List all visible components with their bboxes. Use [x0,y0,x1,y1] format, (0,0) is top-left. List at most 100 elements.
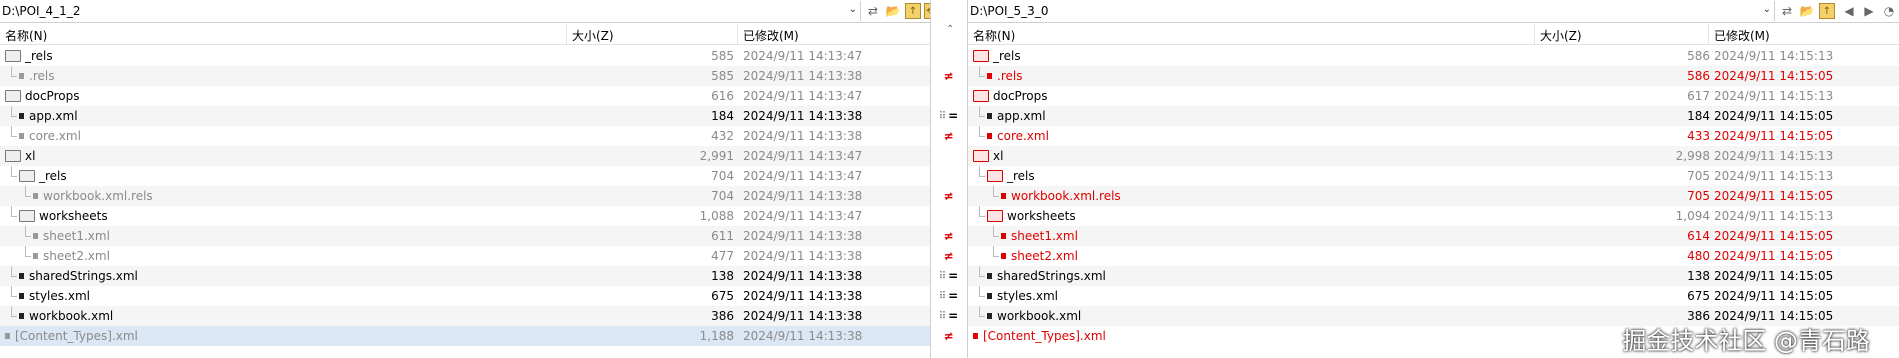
table-row[interactable]: app.xml 184 2024/9/11 14:13:38 [0,106,930,126]
file-name: _rels [993,49,1021,63]
table-row[interactable]: _rels 585 2024/9/11 14:13:47 [0,46,930,66]
folder-open-icon[interactable]: 📂 [1798,3,1816,19]
back-icon[interactable]: ◀ [1840,3,1858,19]
up-folder-icon[interactable]: ↑ [905,3,921,19]
tree-line [993,196,999,197]
table-row[interactable]: _rels 586 2024/9/11 14:15:13 [968,46,1899,66]
table-row[interactable]: core.xml 433 2024/9/11 14:15:05 [968,126,1899,146]
scroll-up-arrow-icon[interactable]: ⌃ [946,24,954,35]
not-equal-marker[interactable]: ≠ [931,246,966,266]
table-row[interactable]: docProps 616 2024/9/11 14:13:47 [0,86,930,106]
file-icon [33,253,38,259]
table-row[interactable]: .rels 586 2024/9/11 14:15:05 [968,66,1899,86]
left-path-combobox[interactable]: D:\POI_4_1_2 ⌄ [0,1,861,21]
file-name: xl [993,149,1004,163]
table-row[interactable]: docProps 617 2024/9/11 14:15:13 [968,86,1899,106]
table-row[interactable]: [Content_Types].xml 1,188 2024/9/11 14:13:… [0,326,930,346]
column-separator[interactable] [1534,24,1535,44]
not-equal-marker[interactable]: ≠ [931,326,966,346]
sync-icon[interactable]: ⟲ [924,3,930,19]
chevron-down-icon[interactable]: ⌄ [1763,4,1771,15]
file-name: styles.xml [997,289,1058,303]
table-row[interactable]: xl 2,991 2024/9/11 14:13:47 [0,146,930,166]
empty-marker[interactable] [931,166,966,186]
table-row[interactable]: sharedStrings.xml 138 2024/9/11 14:15:05 [968,266,1899,286]
forward-icon[interactable]: ▶ [1860,3,1878,19]
table-row[interactable]: sharedStrings.xml 138 2024/9/11 14:13:38 [0,266,930,286]
tree-line [11,206,12,216]
file-name: _rels [25,49,53,63]
table-row[interactable]: xl 2,998 2024/9/11 14:15:13 [968,146,1899,166]
empty-marker[interactable] [931,86,966,106]
file-name: sheet2.xml [1011,249,1078,263]
column-separator[interactable] [737,24,738,44]
tree-line [979,216,985,217]
table-row[interactable]: sheet2.xml 480 2024/9/11 14:15:05 [968,246,1899,266]
table-row[interactable]: workbook.xml.rels 704 2024/9/11 14:13:38 [0,186,930,206]
file-size: 614 [1687,229,1710,243]
column-size-header[interactable]: 大小(Z) [1540,27,1582,44]
right-path-text: D:\POI_5_3_0 [970,4,1049,18]
compare-result: = [948,289,959,303]
table-row[interactable]: sheet1.xml 611 2024/9/11 14:13:38 [0,226,930,246]
file-size: 704 [711,189,734,203]
right-path-combobox[interactable]: D:\POI_5_3_0 ⌄ [968,1,1775,21]
table-row[interactable]: sheet1.xml 614 2024/9/11 14:15:05 [968,226,1899,246]
tree-line [993,256,999,257]
table-row[interactable]: .rels 585 2024/9/11 14:13:38 [0,66,930,86]
folder-icon [5,90,21,102]
table-row[interactable]: styles.xml 675 2024/9/11 14:15:05 [968,286,1899,306]
file-size: 705 [1687,189,1710,203]
file-size: 704 [711,169,734,183]
file-name: workbook.xml.rels [43,189,153,203]
tree-line [979,306,980,316]
file-size: 2,998 [1675,149,1710,163]
column-separator[interactable] [566,24,567,44]
file-name: workbook.xml [29,309,114,323]
column-modified-header[interactable]: 已修改(M) [1714,27,1770,44]
history-icon[interactable]: ◔ [1880,3,1898,19]
swap-icon[interactable]: ⇄ [864,3,882,19]
empty-marker[interactable] [931,206,966,226]
tree-line [979,276,985,277]
folder-open-icon[interactable]: 📂 [884,3,902,19]
file-icon [987,313,992,319]
file-name-cell: sheet1.xml [1001,229,1078,243]
empty-marker[interactable] [931,46,966,66]
column-separator[interactable] [1708,24,1709,44]
table-row[interactable]: _rels 704 2024/9/11 14:13:47 [0,166,930,186]
table-row[interactable]: worksheets 1,094 2024/9/11 14:15:13 [968,206,1899,226]
file-icon [987,133,992,139]
folder-icon [973,90,989,102]
not-equal-marker[interactable]: ≠ [931,126,966,146]
equal-marker[interactable]: ⠿ = [931,306,966,326]
file-name-cell: core.xml [987,129,1049,143]
table-row[interactable]: _rels 705 2024/9/11 14:15:13 [968,166,1899,186]
column-name-header[interactable]: 名称(N) [973,27,1015,44]
table-row[interactable]: worksheets 1,088 2024/9/11 14:13:47 [0,206,930,226]
tree-line [979,66,980,76]
tree-line [979,316,985,317]
column-name-header[interactable]: 名称(N) [5,27,47,44]
table-row[interactable]: styles.xml 675 2024/9/11 14:13:38 [0,286,930,306]
not-equal-marker[interactable]: ≠ [931,226,966,246]
column-size-header[interactable]: 大小(Z) [572,27,614,44]
column-modified-header[interactable]: 已修改(M) [743,27,799,44]
table-row[interactable]: workbook.xml.rels 705 2024/9/11 14:15:05 [968,186,1899,206]
swap-icon[interactable]: ⇄ [1778,3,1796,19]
up-folder-icon[interactable]: ↑ [1819,3,1835,19]
chevron-down-icon[interactable]: ⌄ [849,4,857,15]
table-row[interactable]: workbook.xml 386 2024/9/11 14:13:38 [0,306,930,326]
equal-marker[interactable]: ⠿ = [931,106,966,126]
not-equal-marker[interactable]: ≠ [931,66,966,86]
table-row[interactable]: core.xml 432 2024/9/11 14:13:38 [0,126,930,146]
equal-marker[interactable]: ⠿ = [931,266,966,286]
table-row[interactable]: sheet2.xml 477 2024/9/11 14:13:38 [0,246,930,266]
equal-marker[interactable]: ⠿ = [931,286,966,306]
file-modified: 2024/9/11 14:15:05 [1714,129,1834,143]
file-size: 433 [1687,129,1710,143]
compare-result: ≠ [943,229,954,243]
not-equal-marker[interactable]: ≠ [931,186,966,206]
empty-marker[interactable] [931,146,966,166]
table-row[interactable]: app.xml 184 2024/9/11 14:15:05 [968,106,1899,126]
